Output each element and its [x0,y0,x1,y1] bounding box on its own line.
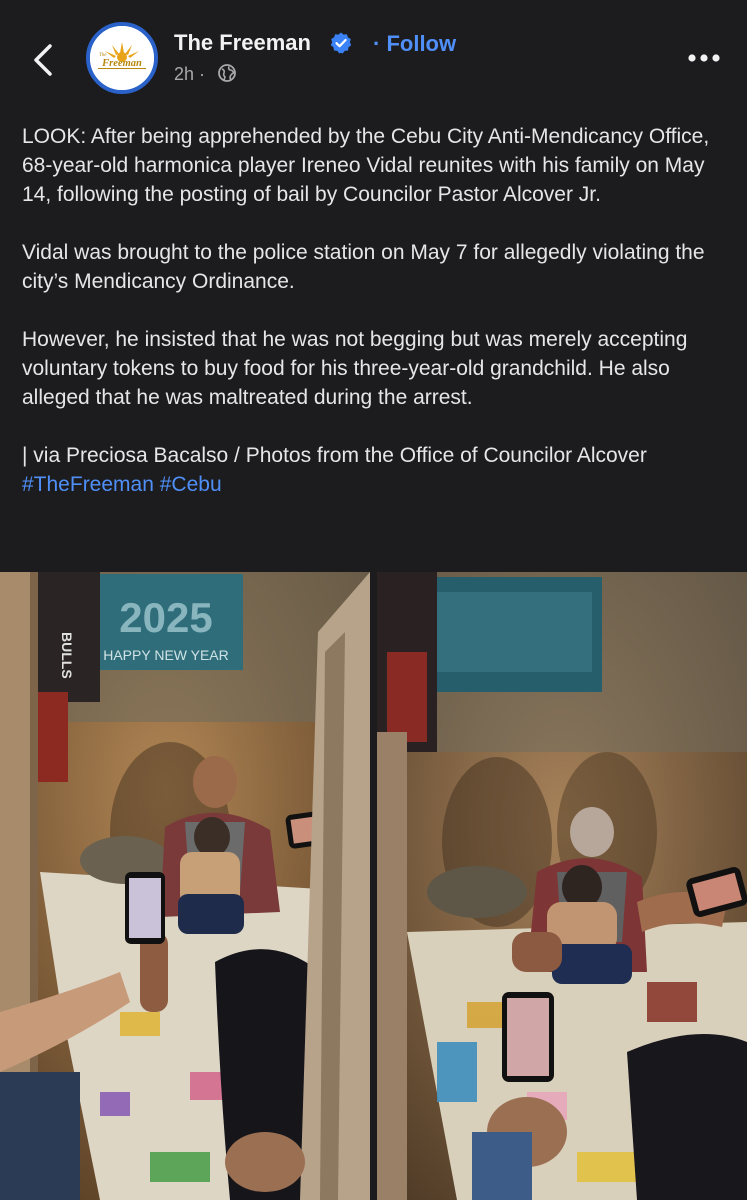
meta-separator: · [199,64,206,84]
post-photo-1[interactable]: 2025 HAPPY NEW YEAR BULLS [0,572,370,1200]
post-meta: 2h · [174,64,205,85]
family-reunion-photo-1: 2025 HAPPY NEW YEAR BULLS [0,572,370,1200]
follow-label: Follow [386,31,457,56]
globe-icon [218,64,236,82]
more-dots-icon[interactable] [684,44,724,72]
shirt-text: BULLS [59,632,75,679]
post-paragraph: LOOK: After being apprehended by the Ceb… [22,125,710,206]
post-credit: | via Preciosa Bacalso / Photos from the… [22,441,722,499]
post-time[interactable]: 2h [174,64,194,84]
family-reunion-photo-2 [377,572,747,1200]
credit-text: | via Preciosa Bacalso / Photos from the… [22,444,647,467]
poster-caption: HAPPY NEW YEAR [103,647,229,663]
photo-grid: 2025 HAPPY NEW YEAR BULLS [0,572,747,1200]
post-header: The Freeman The Freeman · Follow 2h · [0,0,747,110]
post-photo-2[interactable] [377,572,747,1200]
follow-button[interactable]: · Follow [373,31,456,57]
svg-text:Freeman: Freeman [101,58,142,69]
hashtag-link[interactable]: #TheFreeman [22,473,154,496]
post-body: LOOK: After being apprehended by the Ceb… [22,122,722,528]
post-paragraph: Vidal was brought to the police station … [22,241,705,293]
page-name[interactable]: The Freeman [174,30,311,56]
back-chevron-icon[interactable] [28,40,60,80]
follow-separator: · [373,31,381,56]
freeman-logo-icon: The Freeman [90,26,154,90]
hashtag-link[interactable]: #Cebu [160,473,222,496]
post-paragraph: However, he insisted that he was not beg… [22,328,688,409]
verified-badge-icon [330,32,352,54]
page-avatar[interactable]: The Freeman [86,22,158,94]
poster-year: 2025 [119,594,212,641]
